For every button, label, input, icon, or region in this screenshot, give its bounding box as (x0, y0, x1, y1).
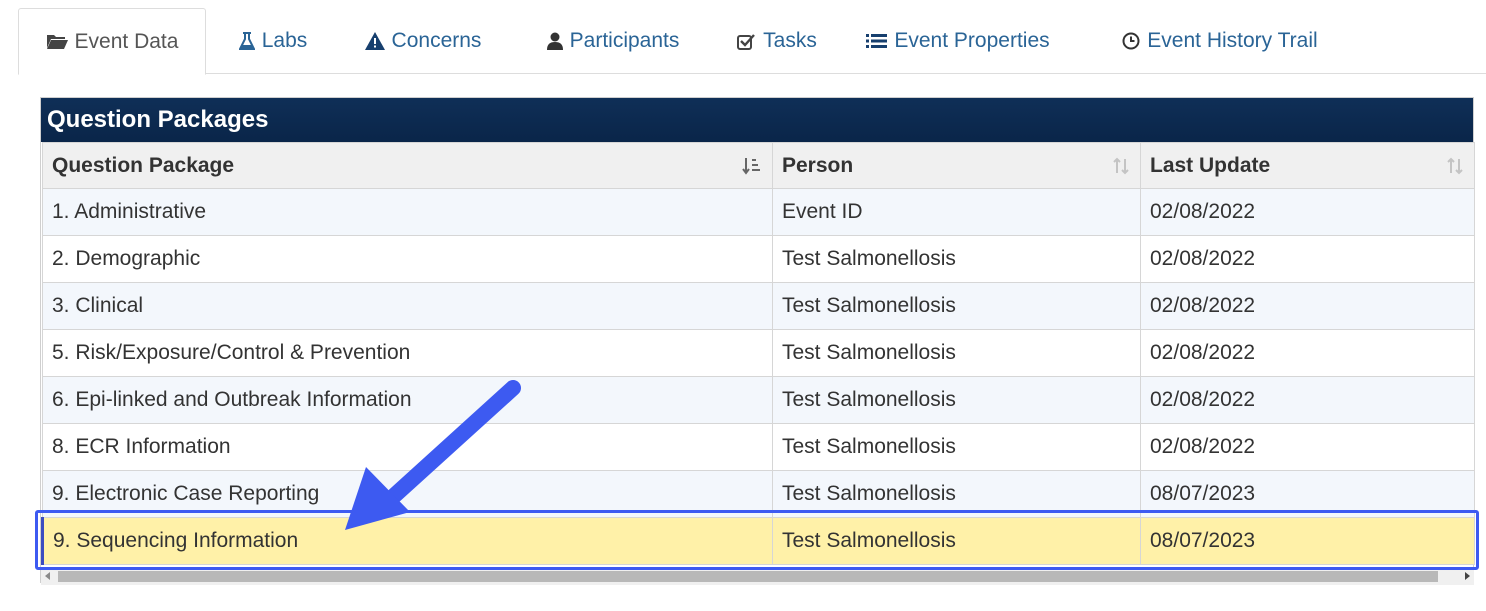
cell-last-update: 02/08/2022 (1140, 329, 1475, 377)
cell-person: Test Salmonellosis (772, 517, 1141, 565)
cell-question-package: 5. Risk/Exposure/Control & Prevention (42, 329, 773, 377)
cell-person: Test Salmonellosis (772, 376, 1141, 424)
cell-last-update: 02/08/2022 (1140, 188, 1475, 236)
horizontal-scrollbar[interactable] (41, 568, 1474, 585)
column-header-person[interactable]: Person (772, 142, 1141, 189)
cell-question-package: 9. Electronic Case Reporting (42, 470, 773, 518)
event-tabs: Event Data Labs Concerns Participants Ta… (18, 0, 1486, 75)
column-header-last-update[interactable]: Last Update (1140, 142, 1475, 189)
cell-last-update: 02/08/2022 (1140, 376, 1475, 424)
cell-person: Test Salmonellosis (772, 329, 1141, 377)
folder-open-icon (46, 33, 68, 50)
question-packages-panel: Question Packages Question Package Perso… (40, 97, 1475, 583)
table-row[interactable]: 5. Risk/Exposure/Control & Prevention Te… (42, 329, 1475, 377)
tab-concerns[interactable]: Concerns (348, 8, 498, 74)
clock-icon (1122, 32, 1140, 50)
user-icon (546, 32, 563, 50)
sort-icon[interactable] (1112, 157, 1130, 175)
table-row[interactable]: 8. ECR Information Test Salmonellosis 02… (42, 423, 1475, 471)
cell-last-update: 08/07/2023 (1140, 517, 1475, 565)
table-row[interactable]: 2. Demographic Test Salmonellosis 02/08/… (42, 235, 1475, 283)
cell-last-update: 02/08/2022 (1140, 282, 1475, 330)
cell-person: Test Salmonellosis (772, 470, 1141, 518)
tab-event-history-trail[interactable]: Event History Trail (1104, 8, 1336, 74)
table-header-row: Question Package Person Last Update (42, 142, 1475, 189)
scroll-right-arrow-icon[interactable] (1465, 572, 1470, 580)
cell-person: Test Salmonellosis (772, 282, 1141, 330)
scrollbar-thumb[interactable] (58, 571, 1438, 582)
cell-last-update: 02/08/2022 (1140, 235, 1475, 283)
tab-label: Concerns (391, 29, 482, 52)
table-row-selected[interactable]: 9. Sequencing Information Test Salmonell… (41, 517, 1475, 565)
scroll-left-arrow-icon[interactable] (45, 572, 50, 580)
tab-tasks[interactable]: Tasks (722, 8, 832, 74)
question-packages-table: Question Package Person Last Update 1. A… (41, 142, 1475, 565)
warning-icon (364, 32, 385, 50)
tab-participants[interactable]: Participants (528, 8, 698, 74)
tab-event-data[interactable]: Event Data (18, 8, 206, 75)
sort-asc-icon[interactable] (742, 157, 762, 175)
tab-label: Event Properties (894, 29, 1050, 52)
column-header-question-package[interactable]: Question Package (42, 142, 773, 189)
tab-event-properties[interactable]: Event Properties (858, 8, 1058, 74)
list-icon (866, 33, 888, 49)
table-row[interactable]: 1. Administrative Event ID 02/08/2022 (42, 188, 1475, 236)
cell-last-update: 08/07/2023 (1140, 470, 1475, 518)
table-row[interactable]: 3. Clinical Test Salmonellosis 02/08/202… (42, 282, 1475, 330)
cell-question-package: 1. Administrative (42, 188, 773, 236)
cell-person: Event ID (772, 188, 1141, 236)
checkbox-icon (737, 33, 756, 50)
flask-icon (238, 31, 255, 51)
cell-person: Test Salmonellosis (772, 235, 1141, 283)
table-row[interactable]: 9. Electronic Case Reporting Test Salmon… (42, 470, 1475, 518)
cell-question-package: 6. Epi-linked and Outbreak Information (42, 376, 773, 424)
panel-title: Question Packages (41, 98, 1473, 142)
cell-question-package: 8. ECR Information (42, 423, 773, 471)
cell-question-package: 2. Demographic (42, 235, 773, 283)
table-row[interactable]: 6. Epi-linked and Outbreak Information T… (42, 376, 1475, 424)
tab-label: Labs (261, 29, 308, 52)
cell-question-package: 9. Sequencing Information (41, 517, 773, 565)
cell-last-update: 02/08/2022 (1140, 423, 1475, 471)
tab-label: Tasks (763, 29, 817, 52)
tab-label: Event Data (74, 29, 179, 53)
cell-question-package: 3. Clinical (42, 282, 773, 330)
cell-person: Test Salmonellosis (772, 423, 1141, 471)
tab-labs[interactable]: Labs (220, 8, 326, 74)
tab-label: Event History Trail (1147, 29, 1318, 52)
tab-label: Participants (569, 29, 680, 52)
sort-icon[interactable] (1446, 157, 1464, 175)
